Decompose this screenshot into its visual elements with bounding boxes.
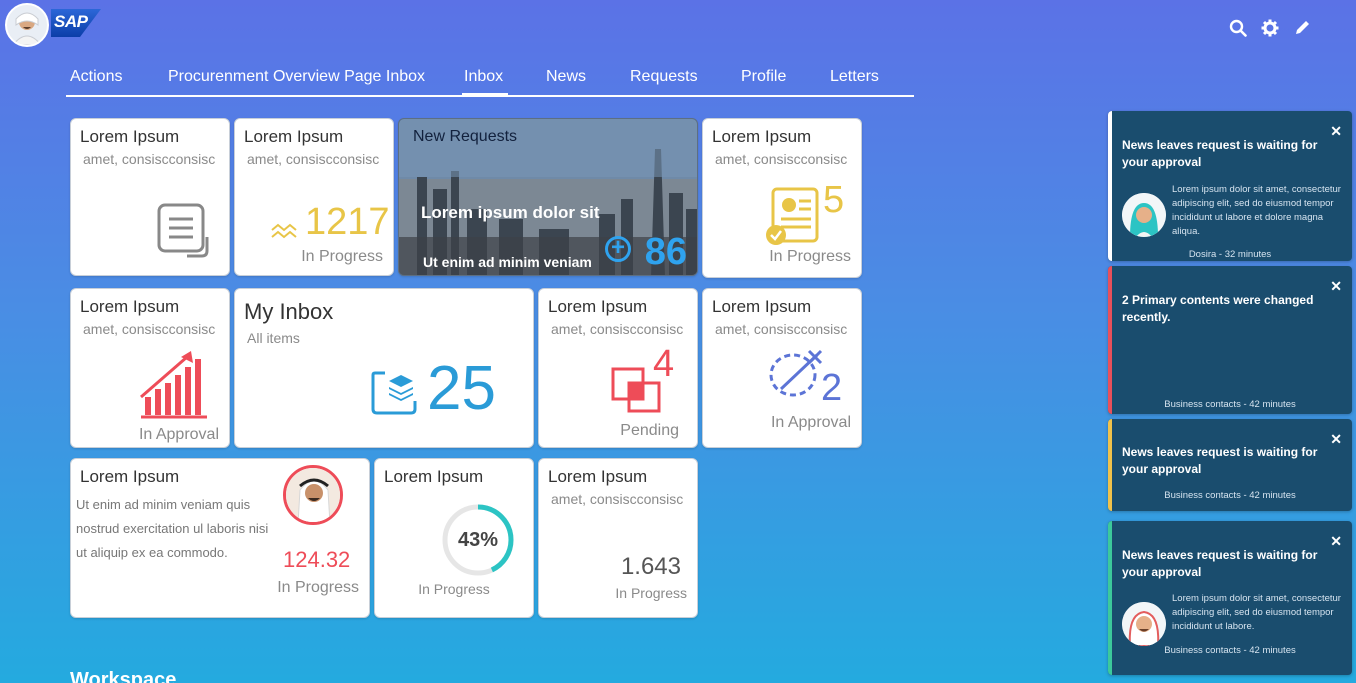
notification-title: News leaves request is waiting for your … bbox=[1122, 548, 1318, 579]
tile-title: Lorem Ipsum bbox=[80, 297, 180, 316]
tile-status: In Progress bbox=[418, 581, 490, 597]
tile-number: 1217 bbox=[305, 201, 390, 243]
tile-title: Lorem Ipsum bbox=[712, 297, 812, 316]
tile-subtitle: All items bbox=[247, 330, 300, 346]
tile-number: 124.32 bbox=[283, 547, 351, 572]
top-bar: SAP bbox=[0, 0, 1356, 55]
tile-number: 1.643 bbox=[620, 553, 681, 580]
tile-lorem-9[interactable]: Lorem Ipsum Ut enim ad minim veniam quis… bbox=[70, 458, 370, 618]
inbox-layers-icon bbox=[371, 367, 421, 422]
tile-title: Lorem Ipsum bbox=[548, 467, 648, 486]
progress-percent: 43% bbox=[457, 529, 499, 551]
tile-number: 5 bbox=[823, 179, 845, 221]
tile-title: Lorem Ipsum bbox=[384, 467, 484, 486]
tile-subtitle: amet, consiscconsisc bbox=[247, 151, 380, 167]
news-footer: Ut enim ad minim veniam bbox=[423, 254, 592, 270]
tile-title: Lorem Ipsum bbox=[548, 297, 648, 316]
tile-title: Lorem Ipsum bbox=[80, 127, 180, 146]
person-avatar bbox=[283, 465, 343, 525]
notification-card[interactable]: ✕ 2 Primary contents were changed recent… bbox=[1108, 266, 1352, 414]
notification-footer: Business contacts - 42 minutes bbox=[1164, 490, 1296, 501]
tile-lorem-2[interactable]: Lorem Ipsum amet, consiscconsisc 1217 In… bbox=[234, 118, 394, 276]
tab-inbox[interactable]: Inbox bbox=[462, 66, 508, 97]
notification-title: 2 Primary contents were changed recently… bbox=[1122, 293, 1314, 324]
workspace-heading: Workspace bbox=[70, 669, 177, 683]
news-headline: Lorem ipsum dolor sit bbox=[421, 203, 600, 222]
search-icon[interactable] bbox=[1228, 17, 1248, 39]
tab-profile[interactable]: Profile bbox=[741, 66, 830, 95]
tile-my-inbox[interactable]: My Inbox All items 25 bbox=[234, 288, 534, 448]
tile-subtitle: amet, consiscconsisc bbox=[715, 321, 848, 337]
tile-title: My Inbox bbox=[244, 299, 334, 324]
notification-footer: Dosira - 32 minutes bbox=[1188, 249, 1272, 260]
document-icon bbox=[157, 203, 213, 264]
tile-status: In Progress bbox=[615, 585, 687, 601]
tab-news[interactable]: News bbox=[546, 66, 630, 95]
tile-status: In Approval bbox=[770, 414, 851, 431]
sap-logo[interactable]: SAP bbox=[51, 9, 101, 37]
user-avatar[interactable] bbox=[5, 3, 49, 47]
notification-card[interactable]: ✕ News leaves request is waiting for you… bbox=[1108, 521, 1352, 675]
tile-number: 4 bbox=[653, 343, 675, 385]
tile-number: 2 bbox=[821, 367, 843, 409]
tile-lorem-8[interactable]: Lorem Ipsum amet, consiscconsisc 2 In Ap… bbox=[702, 288, 862, 448]
tab-bar: Actions Procurenment Overview Page Inbox… bbox=[66, 66, 914, 97]
notification-card[interactable]: ✕ News leaves request is waiting for you… bbox=[1108, 419, 1352, 511]
notification-accent bbox=[1108, 111, 1112, 261]
tile-subtitle: amet, consiscconsisc bbox=[83, 151, 216, 167]
tab-requests[interactable]: Requests bbox=[630, 66, 741, 95]
tile-title: Lorem Ipsum bbox=[80, 467, 180, 486]
add-icon[interactable]: + bbox=[605, 236, 631, 262]
tile-subtitle: amet, consiscconsisc bbox=[715, 151, 848, 167]
report-icon bbox=[765, 187, 821, 250]
tile-status: In Progress bbox=[301, 248, 383, 265]
notification-footer: Business contacts - 42 minutes bbox=[1164, 645, 1296, 656]
tile-subtitle: amet, consiscconsisc bbox=[83, 321, 216, 337]
notification-accent bbox=[1108, 266, 1112, 414]
growth-chart-icon bbox=[139, 351, 209, 424]
notification-body: Lorem ipsum dolor sit amet, consectetur … bbox=[1172, 184, 1341, 237]
news-title: New Requests bbox=[413, 128, 518, 145]
notification-body: Lorem ipsum dolor sit amet, consectetur … bbox=[1172, 593, 1341, 632]
tile-lorem-1[interactable]: Lorem Ipsum amet, consiscconsisc bbox=[70, 118, 230, 276]
tile-title: Lorem Ipsum bbox=[244, 127, 344, 146]
tab-actions[interactable]: Actions bbox=[66, 66, 164, 95]
tile-lorem-4[interactable]: Lorem Ipsum amet, consiscconsisc 5 In Pr… bbox=[702, 118, 862, 278]
tab-letters[interactable]: Letters bbox=[830, 66, 910, 95]
tile-title: Lorem Ipsum bbox=[712, 127, 812, 146]
notification-avatar bbox=[1122, 193, 1166, 237]
tile-lorem-10[interactable]: Lorem Ipsum 43% In Progress bbox=[374, 458, 534, 618]
tile-body-text: Ut enim ad minim veniam quis nostrud exe… bbox=[76, 497, 269, 560]
inbox-count: 25 bbox=[427, 354, 496, 423]
notification-card[interactable]: ✕ News leaves request is waiting for you… bbox=[1108, 111, 1352, 261]
notification-avatar bbox=[1122, 602, 1166, 646]
tile-status: Pending bbox=[620, 422, 679, 439]
notification-footer: Business contacts - 42 minutes bbox=[1164, 399, 1296, 410]
notification-title: News leaves request is waiting for your … bbox=[1122, 138, 1318, 169]
satellite-icon bbox=[769, 349, 825, 404]
tile-status: In Progress bbox=[277, 579, 359, 596]
tile-subtitle: amet, consiscconsisc bbox=[551, 321, 684, 337]
notification-title: News leaves request is waiting for your … bbox=[1122, 445, 1318, 476]
pencil-icon[interactable] bbox=[1292, 17, 1312, 39]
tile-new-requests[interactable]: New Requests Lorem ipsum dolor sit Ut en… bbox=[398, 118, 698, 276]
news-count: 86 bbox=[644, 231, 687, 273]
tab-procurement-overview[interactable]: Procurenment Overview Page Inbox bbox=[164, 66, 462, 95]
tile-status: In Progress bbox=[769, 248, 851, 265]
tile-lorem-7[interactable]: Lorem Ipsum amet, consiscconsisc 4 Pendi… bbox=[538, 288, 698, 448]
tile-status: In Approval bbox=[138, 426, 219, 443]
tile-subtitle: amet, consiscconsisc bbox=[551, 491, 684, 507]
gear-icon[interactable] bbox=[1260, 17, 1280, 39]
tile-lorem-11[interactable]: Lorem Ipsum amet, consiscconsisc 1.643 I… bbox=[538, 458, 698, 618]
tile-lorem-5[interactable]: Lorem Ipsum amet, consiscconsisc In Appr… bbox=[70, 288, 230, 448]
wave-icon bbox=[271, 223, 299, 246]
